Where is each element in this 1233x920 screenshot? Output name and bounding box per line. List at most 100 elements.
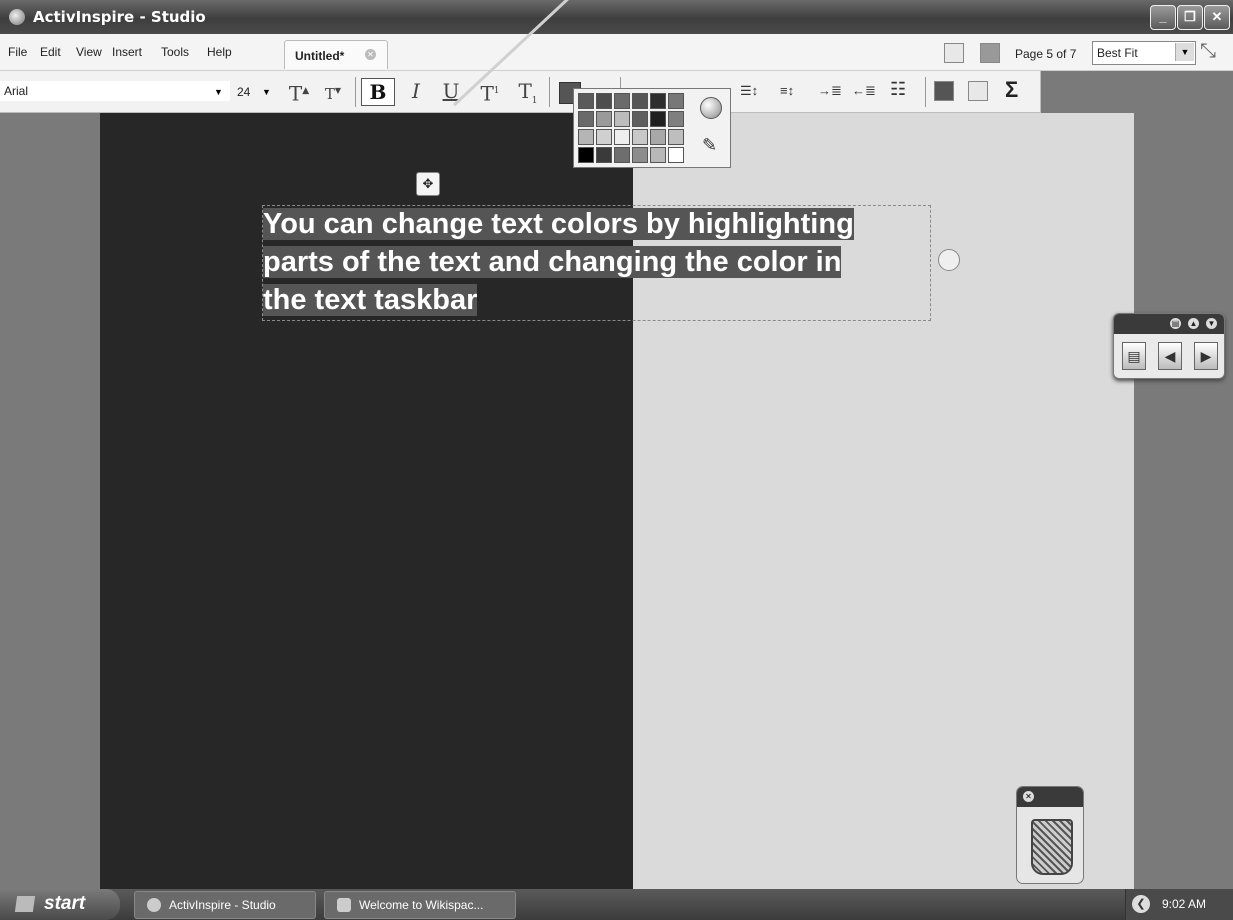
trash-widget[interactable]: ✕ bbox=[1016, 786, 1084, 884]
text-toolbar: Arial ▼ 24 ▼ T▲ T▼ B I U T1 T1 ☰↕ ≡↕ →≣ … bbox=[0, 71, 1041, 113]
color-swatch[interactable] bbox=[578, 129, 594, 145]
color-swatch[interactable] bbox=[632, 147, 648, 163]
color-swatch[interactable] bbox=[578, 147, 594, 163]
task-label: ActivInspire - Studio bbox=[169, 898, 276, 912]
menu-bar: File Edit View Insert Tools Help Untitle… bbox=[0, 34, 1233, 71]
color-swatch[interactable] bbox=[650, 129, 666, 145]
trash-bin-icon[interactable] bbox=[1031, 819, 1073, 875]
zoom-value: Best Fit bbox=[1097, 46, 1138, 60]
text-box[interactable]: You can change text colors by highlighti… bbox=[263, 205, 933, 319]
color-swatch[interactable] bbox=[614, 93, 630, 109]
panel-expand-icon[interactable]: ▼ bbox=[1206, 318, 1217, 329]
menu-view[interactable]: View bbox=[76, 45, 102, 59]
outdent-icon[interactable]: ←≣ bbox=[852, 83, 876, 99]
taskbar: start ActivInspire - Studio Welcome to W… bbox=[0, 889, 1233, 920]
text-line-3[interactable]: the text taskbar bbox=[263, 284, 478, 316]
chevron-down-icon[interactable]: ▼ bbox=[214, 87, 223, 97]
color-swatch[interactable] bbox=[650, 93, 666, 109]
indent-icon[interactable]: →≣ bbox=[818, 83, 842, 99]
color-swatch[interactable] bbox=[650, 147, 666, 163]
fullscreen-icon[interactable]: ⤡ bbox=[1200, 40, 1216, 63]
color-swatch[interactable] bbox=[650, 111, 666, 127]
panel-header: ▤ ▲ ▼ bbox=[1114, 314, 1224, 334]
decrease-font-icon[interactable]: T▼ bbox=[320, 78, 346, 104]
restore-button[interactable]: ❐ bbox=[1177, 5, 1203, 30]
zoom-select[interactable]: Best Fit ▼ bbox=[1092, 41, 1196, 65]
clock: 9:02 AM bbox=[1162, 897, 1207, 911]
page-options-icon[interactable] bbox=[980, 43, 1000, 63]
menu-file[interactable]: File bbox=[8, 45, 27, 59]
menu-tools[interactable]: Tools bbox=[161, 45, 189, 59]
panel-collapse-icon[interactable]: ▲ bbox=[1188, 318, 1199, 329]
close-tab-icon[interactable]: ✕ bbox=[365, 49, 376, 60]
color-swatch[interactable] bbox=[596, 111, 612, 127]
close-button[interactable]: ✕ bbox=[1204, 5, 1230, 30]
move-handle-icon[interactable]: ✥ bbox=[416, 172, 440, 196]
bold-button[interactable]: B bbox=[361, 78, 395, 106]
text-line-2[interactable]: parts of the text and changing the color… bbox=[263, 246, 842, 278]
start-button[interactable]: start bbox=[0, 889, 120, 920]
panel-menu-icon[interactable]: ▤ bbox=[1170, 318, 1181, 329]
increase-font-icon[interactable]: T▲ bbox=[286, 78, 312, 106]
color-swatch[interactable] bbox=[614, 129, 630, 145]
close-icon[interactable]: ✕ bbox=[1023, 791, 1034, 802]
page-navigation-panel[interactable]: ▤ ▲ ▼ ▤ ◀ ▶ bbox=[1113, 313, 1225, 379]
system-tray: ❮ 9:02 AM bbox=[1125, 889, 1233, 920]
page-browser-icon[interactable]: ▤ bbox=[1122, 342, 1146, 370]
color-swatch[interactable] bbox=[632, 111, 648, 127]
color-swatch[interactable] bbox=[596, 93, 612, 109]
menu-help[interactable]: Help bbox=[207, 45, 232, 59]
menu-insert[interactable]: Insert bbox=[112, 45, 142, 59]
browser-icon bbox=[337, 898, 351, 912]
activinspire-icon bbox=[147, 898, 161, 912]
color-swatch[interactable] bbox=[632, 93, 648, 109]
activinspire-logo-icon bbox=[9, 9, 25, 25]
previous-page-icon[interactable]: ◀ bbox=[1158, 342, 1182, 370]
toolbar-divider bbox=[549, 77, 550, 107]
font-select[interactable]: Arial ▼ bbox=[0, 81, 230, 101]
color-swatch[interactable] bbox=[596, 129, 612, 145]
resize-handle[interactable] bbox=[938, 249, 960, 271]
color-swatch[interactable] bbox=[668, 111, 684, 127]
table-icon[interactable] bbox=[934, 81, 954, 101]
tab-label: Untitled* bbox=[295, 49, 345, 63]
subscript-button[interactable]: T1 bbox=[514, 78, 542, 106]
menu-edit[interactable]: Edit bbox=[40, 45, 61, 59]
tab-untitled[interactable]: Untitled* ✕ bbox=[284, 40, 388, 69]
page-indicator: Page 5 of 7 bbox=[1015, 47, 1077, 61]
text-line-1[interactable]: You can change text colors by highlighti… bbox=[263, 208, 854, 240]
select-all-icon[interactable] bbox=[968, 81, 988, 101]
color-swatch[interactable] bbox=[596, 147, 612, 163]
color-swatch[interactable] bbox=[668, 147, 684, 163]
chevron-down-icon[interactable]: ▼ bbox=[262, 87, 271, 97]
color-swatch[interactable] bbox=[578, 111, 594, 127]
taskbar-item-browser[interactable]: Welcome to Wikispac... bbox=[324, 891, 516, 919]
next-page-icon[interactable]: ▶ bbox=[1194, 342, 1218, 370]
italic-button[interactable]: I bbox=[405, 78, 427, 104]
eyedropper-icon[interactable]: ✎ bbox=[702, 135, 717, 156]
color-swatch[interactable] bbox=[614, 147, 630, 163]
swatch-grid bbox=[578, 93, 684, 163]
color-swatch[interactable] bbox=[668, 93, 684, 109]
title-bar[interactable]: ActivInspire - Studio _ ❐ ✕ bbox=[0, 0, 1233, 34]
color-palette-popup[interactable]: ✎ bbox=[573, 88, 731, 168]
chevron-left-icon[interactable]: ❮ bbox=[1132, 895, 1150, 913]
color-swatch[interactable] bbox=[632, 129, 648, 145]
color-mixer-icon[interactable] bbox=[700, 97, 722, 119]
chevron-down-icon[interactable]: ▼ bbox=[1175, 43, 1194, 61]
bullet-list-icon[interactable]: ☷ bbox=[890, 79, 906, 100]
font-value: Arial bbox=[4, 84, 29, 98]
line-spacing-icon[interactable]: ☰↕ bbox=[740, 83, 758, 99]
page-view-icon[interactable] bbox=[944, 43, 964, 63]
minimize-button[interactable]: _ bbox=[1150, 5, 1176, 30]
color-swatch[interactable] bbox=[578, 93, 594, 109]
color-swatch[interactable] bbox=[668, 129, 684, 145]
font-size-select[interactable]: 24 bbox=[237, 85, 250, 99]
taskbar-item-activinspire[interactable]: ActivInspire - Studio bbox=[134, 891, 316, 919]
task-label: Welcome to Wikispac... bbox=[359, 898, 484, 912]
symbol-icon[interactable]: Σ bbox=[1005, 77, 1018, 103]
paragraph-spacing-icon[interactable]: ≡↕ bbox=[780, 83, 794, 98]
start-label: start bbox=[44, 893, 86, 914]
color-swatch[interactable] bbox=[614, 111, 630, 127]
windows-logo-icon bbox=[14, 896, 36, 912]
